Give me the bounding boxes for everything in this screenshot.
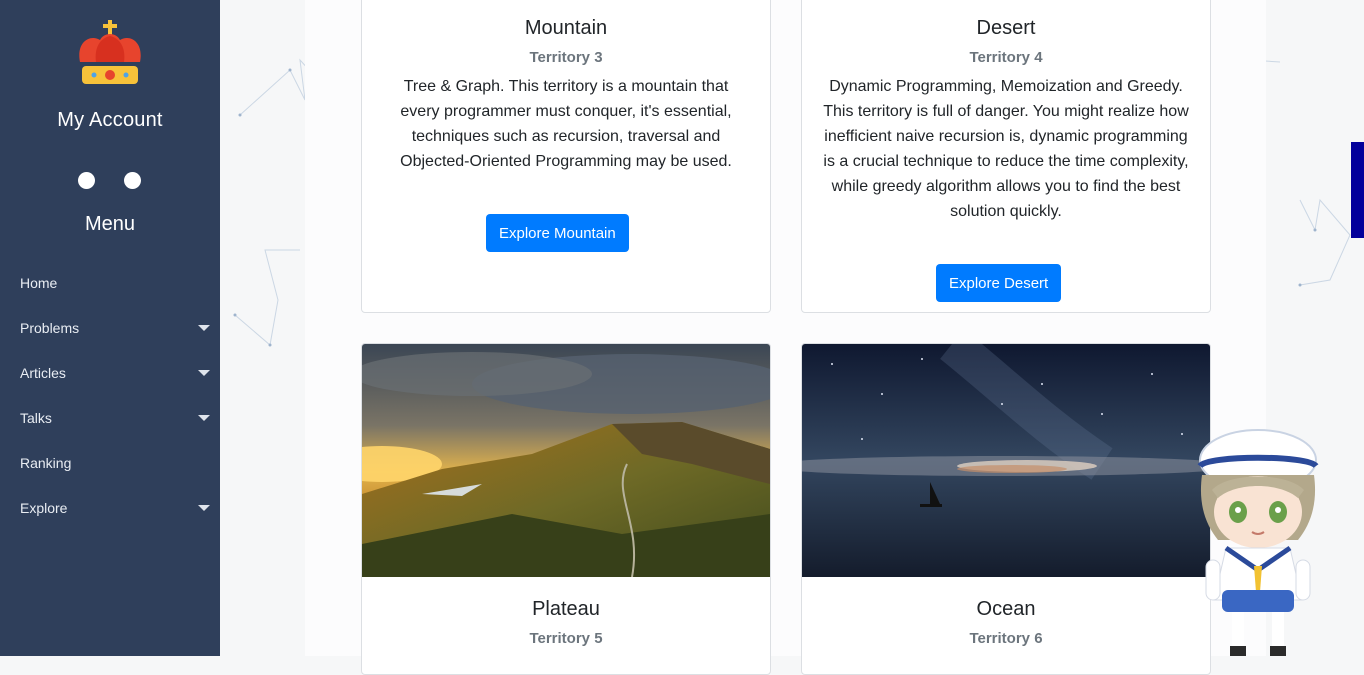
card-title: Desert [976, 17, 1036, 39]
sidebar-item-talks[interactable]: Talks [0, 395, 220, 440]
sidebar-item-ranking[interactable]: Ranking [0, 440, 220, 485]
caret-down-icon [198, 505, 210, 511]
explore-mountain-button[interactable]: Explore Mountain [486, 214, 629, 252]
sidebar-item-label: Ranking [20, 455, 72, 471]
card-description: Tree & Graph. This territory is a mounta… [400, 78, 732, 170]
explore-desert-button[interactable]: Explore Desert [936, 264, 1062, 302]
sidebar-nav: Home Problems Articles Talks Ranking Exp… [0, 260, 220, 530]
card-subtitle: Territory 4 [969, 49, 1043, 66]
card-subtitle: Territory 3 [529, 49, 603, 66]
side-tab[interactable] [1351, 142, 1364, 238]
caret-down-icon [198, 370, 210, 376]
sidebar-item-problems[interactable]: Problems [0, 305, 220, 350]
territory-card-mountain: Mountain Territory 3 Tree & Graph. This … [361, 0, 771, 313]
sidebar: My Account Menu Home Problems Articles T… [0, 0, 220, 656]
sidebar-item-articles[interactable]: Articles [0, 350, 220, 395]
caret-down-icon [198, 325, 210, 331]
territory-card-desert: Desert Territory 4 Dynamic Programming, … [801, 0, 1211, 313]
ocean-night-sky-image [802, 344, 1210, 577]
account-title[interactable]: My Account [0, 109, 220, 132]
sidebar-item-explore[interactable]: Explore [0, 485, 220, 530]
menu-title: Menu [84, 213, 136, 235]
sidebar-item-label: Articles [20, 365, 66, 381]
status-dots [78, 172, 144, 190]
plateau-landscape-image [362, 344, 770, 577]
caret-down-icon [198, 415, 210, 421]
dot-indicator [124, 172, 141, 189]
sidebar-item-label: Talks [20, 410, 52, 426]
dot-indicator [78, 172, 95, 189]
sidebar-item-label: Problems [20, 320, 80, 336]
card-title: Plateau [532, 598, 600, 620]
crown-icon[interactable] [76, 20, 144, 88]
card-title: Mountain [524, 17, 608, 39]
card-subtitle: Territory 5 [529, 630, 603, 647]
territory-card-ocean: Ocean Territory 6 [801, 343, 1211, 675]
territory-card-plateau: Plateau Territory 5 [361, 343, 771, 675]
card-title: Ocean [976, 598, 1036, 620]
sidebar-item-label: Home [20, 275, 58, 291]
sidebar-item-label: Explore [20, 500, 68, 516]
card-description: Dynamic Programming, Memoization and Gre… [823, 78, 1189, 220]
card-subtitle: Territory 6 [969, 630, 1043, 647]
sidebar-item-home[interactable]: Home [0, 260, 220, 305]
sailor-mascot-image[interactable] [1188, 420, 1328, 656]
